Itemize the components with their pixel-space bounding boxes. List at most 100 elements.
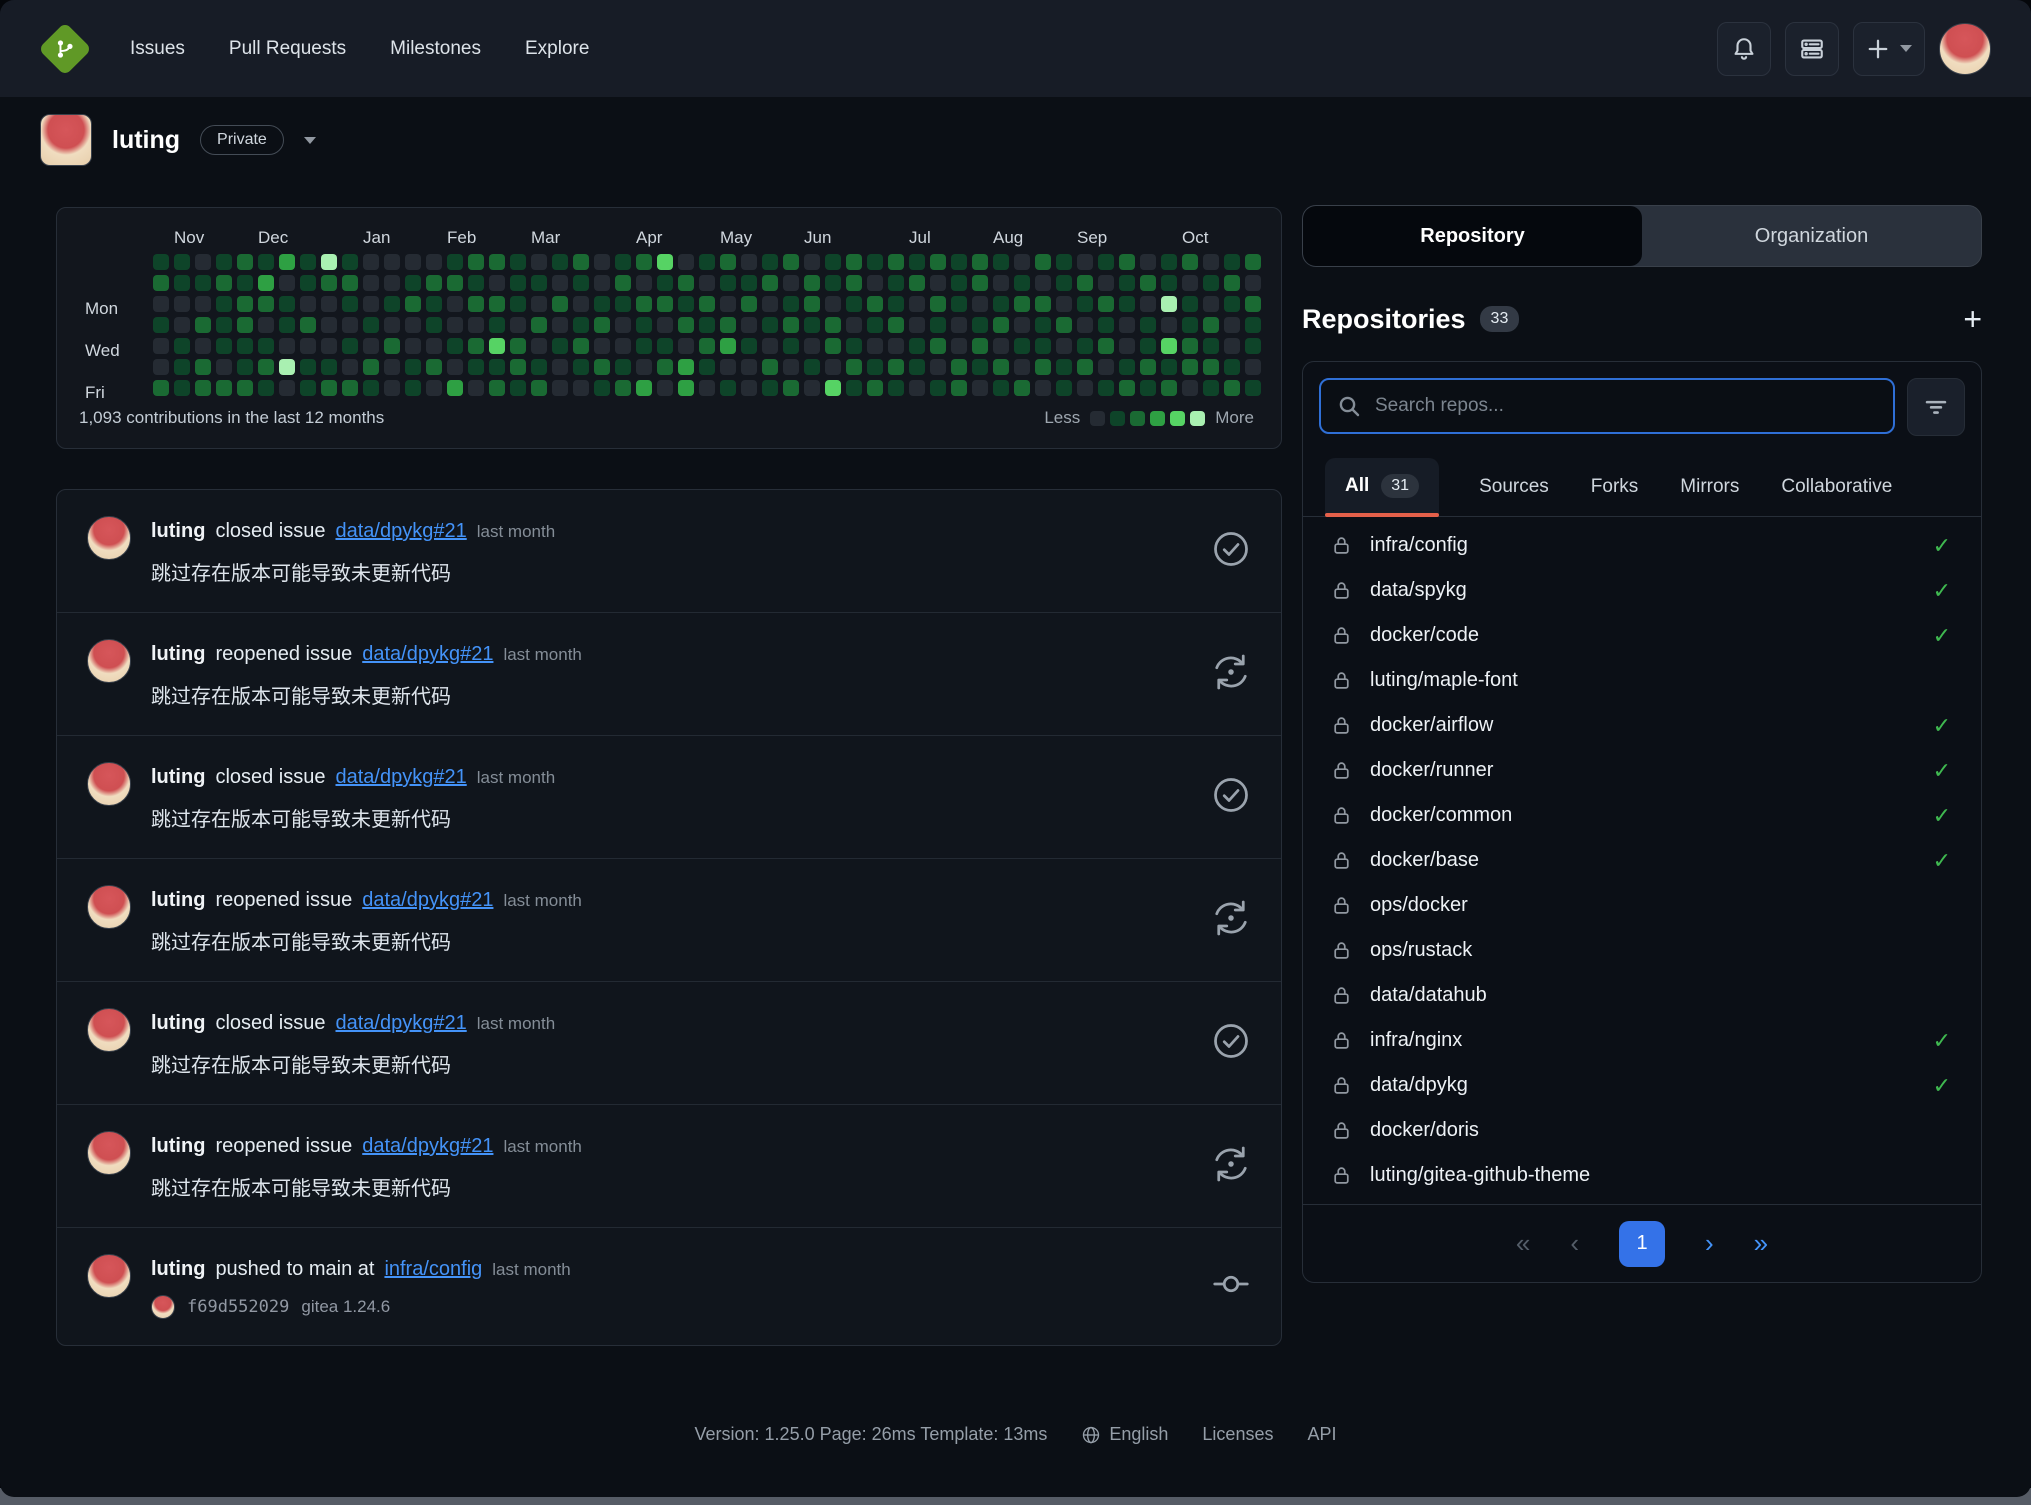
- heatmap-cell[interactable]: [804, 380, 820, 396]
- heatmap-cell[interactable]: [531, 380, 547, 396]
- feed-issue-link[interactable]: infra/config: [384, 1258, 482, 1281]
- heatmap-cell[interactable]: [1077, 359, 1093, 375]
- feed-avatar[interactable]: [87, 1254, 131, 1298]
- heatmap-cell[interactable]: [552, 254, 568, 270]
- heatmap-cell[interactable]: [1077, 254, 1093, 270]
- heatmap-cell[interactable]: [1224, 296, 1240, 312]
- heatmap-cell[interactable]: [741, 275, 757, 291]
- heatmap-cell[interactable]: [1077, 338, 1093, 354]
- heatmap-cell[interactable]: [972, 275, 988, 291]
- heatmap-cell[interactable]: [573, 254, 589, 270]
- heatmap-cell[interactable]: [741, 338, 757, 354]
- nav-link-pull-requests[interactable]: Pull Requests: [229, 38, 346, 60]
- heatmap-cell[interactable]: [195, 317, 211, 333]
- heatmap-cell[interactable]: [804, 254, 820, 270]
- heatmap-cell[interactable]: [1035, 317, 1051, 333]
- heatmap-cell[interactable]: [783, 338, 799, 354]
- heatmap-cell[interactable]: [804, 338, 820, 354]
- heatmap-cell[interactable]: [825, 275, 841, 291]
- heatmap-cell[interactable]: [447, 359, 463, 375]
- heatmap-cell[interactable]: [867, 317, 883, 333]
- heatmap-cell[interactable]: [1161, 275, 1177, 291]
- heatmap-cell[interactable]: [636, 317, 652, 333]
- heatmap-cell[interactable]: [1182, 296, 1198, 312]
- heatmap-cell[interactable]: [216, 338, 232, 354]
- heatmap-cell[interactable]: [237, 338, 253, 354]
- heatmap-cell[interactable]: [153, 296, 169, 312]
- heatmap-cell[interactable]: [384, 380, 400, 396]
- repo-row[interactable]: data/datahub: [1303, 973, 1981, 1018]
- page-last-button[interactable]: »: [1754, 1228, 1768, 1259]
- heatmap-cell[interactable]: [888, 317, 904, 333]
- heatmap-cell[interactable]: [384, 296, 400, 312]
- heatmap-cell[interactable]: [930, 317, 946, 333]
- heatmap-cell[interactable]: [804, 317, 820, 333]
- heatmap-cell[interactable]: [510, 338, 526, 354]
- heatmap-cell[interactable]: [615, 254, 631, 270]
- heatmap-cell[interactable]: [552, 296, 568, 312]
- heatmap-cell[interactable]: [195, 380, 211, 396]
- heatmap-cell[interactable]: [279, 359, 295, 375]
- heatmap-cell[interactable]: [237, 296, 253, 312]
- heatmap-cell[interactable]: [573, 296, 589, 312]
- heatmap-cell[interactable]: [174, 338, 190, 354]
- heatmap-cell[interactable]: [720, 317, 736, 333]
- heatmap-cell[interactable]: [573, 338, 589, 354]
- heatmap-cell[interactable]: [657, 275, 673, 291]
- heatmap-cell[interactable]: [426, 359, 442, 375]
- heatmap-cell[interactable]: [1245, 296, 1261, 312]
- heatmap-cell[interactable]: [846, 275, 862, 291]
- language-menu[interactable]: English: [1081, 1424, 1168, 1445]
- heatmap-cell[interactable]: [531, 254, 547, 270]
- heatmap-cell[interactable]: [678, 380, 694, 396]
- nav-link-explore[interactable]: Explore: [525, 38, 589, 60]
- feed-username[interactable]: luting: [151, 643, 205, 666]
- heatmap-cell[interactable]: [1119, 380, 1135, 396]
- heatmap-cell[interactable]: [279, 317, 295, 333]
- heatmap-cell[interactable]: [720, 338, 736, 354]
- heatmap-cell[interactable]: [573, 380, 589, 396]
- heatmap-cell[interactable]: [363, 380, 379, 396]
- heatmap-cell[interactable]: [636, 359, 652, 375]
- heatmap-cell[interactable]: [279, 275, 295, 291]
- heatmap-cell[interactable]: [258, 254, 274, 270]
- heatmap-cell[interactable]: [216, 317, 232, 333]
- heatmap-cell[interactable]: [888, 296, 904, 312]
- heatmap-cell[interactable]: [1224, 359, 1240, 375]
- heatmap-cell[interactable]: [699, 275, 715, 291]
- heatmap-cell[interactable]: [363, 275, 379, 291]
- heatmap-cell[interactable]: [447, 338, 463, 354]
- heatmap-cell[interactable]: [888, 380, 904, 396]
- heatmap-cell[interactable]: [846, 380, 862, 396]
- commit-hash-link[interactable]: f69d552029: [187, 1297, 289, 1317]
- heatmap-cell[interactable]: [174, 296, 190, 312]
- heatmap-cell[interactable]: [216, 275, 232, 291]
- heatmap-cell[interactable]: [300, 338, 316, 354]
- heatmap-cell[interactable]: [489, 338, 505, 354]
- heatmap-cell[interactable]: [426, 317, 442, 333]
- heatmap-cell[interactable]: [342, 380, 358, 396]
- notifications-button[interactable]: [1717, 22, 1771, 76]
- chevron-down-icon[interactable]: [304, 137, 316, 144]
- heatmap-cell[interactable]: [909, 296, 925, 312]
- repo-row[interactable]: infra/config✓: [1303, 523, 1981, 568]
- heatmap-cell[interactable]: [636, 380, 652, 396]
- heatmap-cell[interactable]: [363, 254, 379, 270]
- heatmap-cell[interactable]: [783, 380, 799, 396]
- heatmap-cell[interactable]: [489, 254, 505, 270]
- heatmap-cell[interactable]: [741, 380, 757, 396]
- heatmap-cell[interactable]: [972, 359, 988, 375]
- heatmap-cell[interactable]: [762, 275, 778, 291]
- heatmap-cell[interactable]: [216, 359, 232, 375]
- repo-row[interactable]: docker/common✓: [1303, 793, 1981, 838]
- heatmap-cell[interactable]: [1056, 338, 1072, 354]
- heatmap-cell[interactable]: [153, 254, 169, 270]
- heatmap-cell[interactable]: [867, 275, 883, 291]
- heatmap-cell[interactable]: [1203, 380, 1219, 396]
- heatmap-cell[interactable]: [1035, 359, 1051, 375]
- heatmap-cell[interactable]: [531, 359, 547, 375]
- heatmap-cell[interactable]: [636, 338, 652, 354]
- heatmap-cell[interactable]: [573, 359, 589, 375]
- repo-row[interactable]: docker/base✓: [1303, 838, 1981, 883]
- tab-repository[interactable]: Repository: [1303, 206, 1642, 266]
